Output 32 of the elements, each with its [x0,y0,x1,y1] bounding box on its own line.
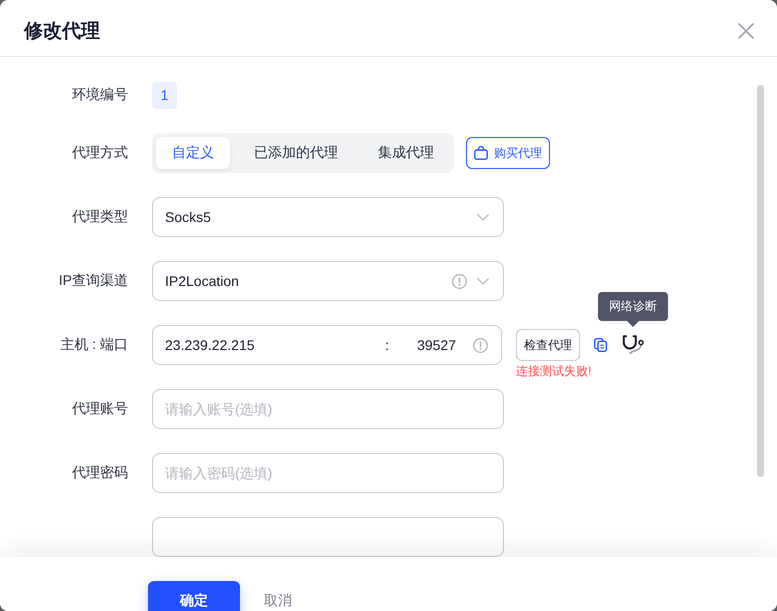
field-label: 环境编号 [72,86,128,104]
error-message: 连接测试失败! [516,363,592,380]
segment-tab[interactable]: 集成代理 [362,137,450,169]
field-label: 主机 : 端口 [60,336,128,354]
close-icon [738,22,754,38]
field-label: 代理方式 [72,144,128,162]
input-field[interactable] [152,517,504,557]
dropdown[interactable]: Socks5 [152,197,504,237]
scrollbar-thumb[interactable] [757,85,764,477]
input-field[interactable]: 请输入账号(选填) [152,389,504,429]
dialog-title: 修改代理 [24,20,100,44]
input-field[interactable]: 请输入密码(选填) [152,453,504,493]
close-button[interactable] [738,22,754,38]
chevron-down-icon[interactable] [477,214,489,220]
cancel-button[interactable]: 取消 [264,591,292,611]
buy-proxy-button[interactable]: 购买代理 [466,137,550,169]
number-badge: 1 [152,82,177,108]
shopping-bag-icon [474,146,488,160]
confirm-button[interactable]: 确定 [148,581,240,611]
tooltip: 网络诊断 [598,292,668,327]
segment-tab[interactable]: 已添加的代理 [238,137,354,169]
field-label: 代理类型 [72,208,128,226]
field-label: 代理账号 [72,400,128,418]
host-port-field[interactable]: 23.239.22.215 : 39527 [152,325,502,365]
dropdown[interactable]: IP2Location [152,261,504,301]
field-label: 代理密码 [72,464,128,482]
chevron-down-icon[interactable] [477,278,489,284]
field-label: IP查询渠道 [58,272,128,290]
check-proxy-button[interactable]: 检查代理 [516,329,580,361]
stethoscope-icon[interactable] [622,335,644,355]
segment-tab[interactable]: 自定义 [156,137,230,169]
copy-icon[interactable] [594,338,607,352]
